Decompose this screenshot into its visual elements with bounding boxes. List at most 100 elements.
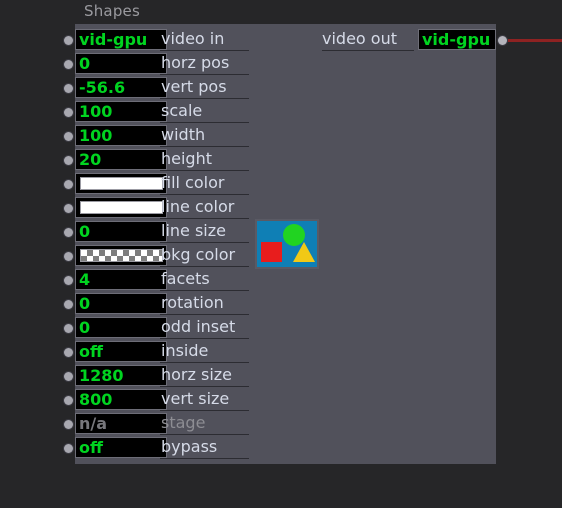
parameter-port-dot[interactable] (64, 84, 73, 93)
parameter-value: 0 (79, 294, 91, 313)
parameter-label: odd inset (160, 316, 249, 339)
parameter-port-dot[interactable] (64, 36, 73, 45)
parameter-value-field[interactable]: 100 (75, 101, 167, 122)
parameter-port-dot[interactable] (64, 252, 73, 261)
preview-square-shape (261, 242, 282, 262)
parameter-value: 0 (79, 222, 91, 241)
parameter-port-dot[interactable] (64, 132, 73, 141)
parameter-value: 20 (79, 150, 102, 169)
parameter-port-dot[interactable] (64, 348, 73, 357)
parameter-value-field[interactable] (75, 173, 167, 194)
parameter-value-field[interactable]: vid-gpu (75, 29, 167, 50)
color-swatch[interactable] (80, 177, 163, 190)
parameter-value: 100 (79, 126, 113, 145)
parameter-value: n/a (79, 414, 108, 433)
parameter-list: vid-gpu video in 0 horz pos -56.6 vert pos 100… (62, 28, 262, 460)
parameter-value-field[interactable]: 0 (75, 53, 167, 74)
video-out-value: vid-gpu (422, 30, 491, 49)
parameter-port-dot[interactable] (64, 228, 73, 237)
parameter-label: vert size (160, 388, 249, 411)
parameter-row: 100 scale (62, 100, 262, 124)
parameter-row: 0 rotation (62, 292, 262, 316)
parameter-label: horz pos (160, 52, 249, 75)
parameter-value-field[interactable] (75, 245, 167, 266)
parameter-port-dot[interactable] (64, 180, 73, 189)
parameter-row: off bypass (62, 436, 262, 460)
output-port-dot[interactable] (498, 36, 507, 45)
parameter-value-field[interactable]: 0 (75, 221, 167, 242)
parameter-value: 800 (79, 390, 113, 409)
color-swatch[interactable] (80, 201, 163, 214)
parameter-port-dot[interactable] (64, 372, 73, 381)
parameter-value: off (79, 342, 103, 361)
parameter-row: fill color (62, 172, 262, 196)
parameter-label: bkg color (160, 244, 249, 267)
parameter-value-field[interactable]: 100 (75, 125, 167, 146)
parameter-port-dot[interactable] (64, 444, 73, 453)
parameter-row: line color (62, 196, 262, 220)
parameter-port-dot[interactable] (64, 204, 73, 213)
parameter-label: bypass (160, 436, 249, 459)
video-out-field[interactable]: vid-gpu (418, 29, 496, 50)
parameter-label: fill color (160, 172, 249, 195)
parameter-value-field[interactable]: 0 (75, 317, 167, 338)
parameter-value: 0 (79, 318, 91, 337)
parameter-label: height (160, 148, 249, 171)
parameter-port-dot[interactable] (64, 156, 73, 165)
transparent-color-swatch[interactable] (80, 249, 163, 262)
parameter-row: 100 width (62, 124, 262, 148)
parameter-row: 0 odd inset (62, 316, 262, 340)
shapes-preview-thumbnail[interactable] (255, 219, 319, 269)
parameter-value: off (79, 438, 103, 457)
parameter-label: horz size (160, 364, 249, 387)
parameter-label: rotation (160, 292, 249, 315)
preview-triangle-shape (293, 242, 315, 262)
parameter-value: 0 (79, 54, 91, 73)
parameter-value-field[interactable]: 20 (75, 149, 167, 170)
parameter-row: n/a stage (62, 412, 262, 436)
parameter-row: 800 vert size (62, 388, 262, 412)
parameter-port-dot[interactable] (64, 420, 73, 429)
parameter-row: -56.6 vert pos (62, 76, 262, 100)
parameter-value-field[interactable]: 4 (75, 269, 167, 290)
parameter-value: 100 (79, 102, 113, 121)
parameter-row: 1280 horz size (62, 364, 262, 388)
parameter-value-field[interactable]: n/a (75, 413, 167, 434)
parameter-row: off inside (62, 340, 262, 364)
parameter-port-dot[interactable] (64, 276, 73, 285)
parameter-value-field[interactable]: 800 (75, 389, 167, 410)
parameter-value-field[interactable]: -56.6 (75, 77, 167, 98)
parameter-label: line size (160, 220, 249, 243)
parameter-row: 0 line size (62, 220, 262, 244)
video-out-row: video out vid-gpu (322, 28, 562, 52)
parameter-label: line color (160, 196, 249, 219)
parameter-value-field[interactable] (75, 197, 167, 218)
parameter-value-field[interactable]: 1280 (75, 365, 167, 386)
parameter-label: video in (160, 28, 249, 51)
parameter-port-dot[interactable] (64, 108, 73, 117)
parameter-label: width (160, 124, 249, 147)
parameter-label: vert pos (160, 76, 249, 99)
output-connection-wire (504, 39, 562, 42)
parameter-row: 20 height (62, 148, 262, 172)
parameter-row: vid-gpu video in (62, 28, 262, 52)
parameter-port-dot[interactable] (64, 300, 73, 309)
parameter-port-dot[interactable] (64, 324, 73, 333)
parameter-row: bkg color (62, 244, 262, 268)
parameter-label: facets (160, 268, 249, 291)
parameter-port-dot[interactable] (64, 396, 73, 405)
parameter-row: 4 facets (62, 268, 262, 292)
parameter-value: 1280 (79, 366, 124, 385)
parameter-label: stage (160, 412, 249, 435)
parameter-value-field[interactable]: off (75, 341, 167, 362)
parameter-value: -56.6 (79, 78, 126, 97)
parameter-value: 4 (79, 270, 91, 289)
parameter-label: scale (160, 100, 249, 123)
parameter-value-field[interactable]: 0 (75, 293, 167, 314)
video-out-label: video out (322, 28, 414, 51)
parameter-port-dot[interactable] (64, 60, 73, 69)
parameter-label: inside (160, 340, 249, 363)
parameter-value: vid-gpu (79, 30, 148, 49)
parameter-value-field[interactable]: off (75, 437, 167, 458)
parameter-row: 0 horz pos (62, 52, 262, 76)
